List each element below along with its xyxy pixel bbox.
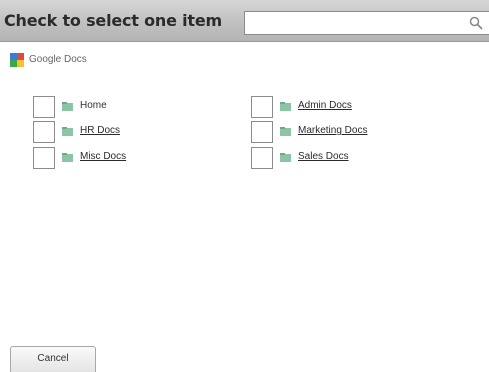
item-checkbox[interactable] [251,147,273,169]
folder-icon [62,127,73,136]
folder-icon [62,102,73,111]
source-label: Google Docs [29,54,87,65]
folder-icon [280,127,291,136]
search-box[interactable] [244,11,489,35]
folder-icon [280,153,291,162]
cancel-button[interactable]: Cancel [10,346,96,372]
dialog-title: Check to select one item [4,11,222,30]
item-checkbox[interactable] [33,147,55,169]
item-link[interactable]: Misc Docs [80,151,126,162]
item-checkbox[interactable] [251,96,273,118]
item-checkbox[interactable] [33,96,55,118]
item-checkbox[interactable] [33,121,55,143]
item-checkbox[interactable] [251,121,273,143]
item-label: Home [80,100,107,111]
item-link[interactable]: Admin Docs [298,100,352,111]
folder-icon [280,102,291,111]
item-link[interactable]: HR Docs [80,125,120,136]
item-link[interactable]: Sales Docs [298,151,349,162]
item-link[interactable]: Marketing Docs [298,125,367,136]
google-docs-logo-icon [10,53,24,67]
dialog-header: Check to select one item [0,0,489,42]
search-icon[interactable] [469,16,483,30]
search-input[interactable] [245,12,473,34]
folder-icon [62,153,73,162]
